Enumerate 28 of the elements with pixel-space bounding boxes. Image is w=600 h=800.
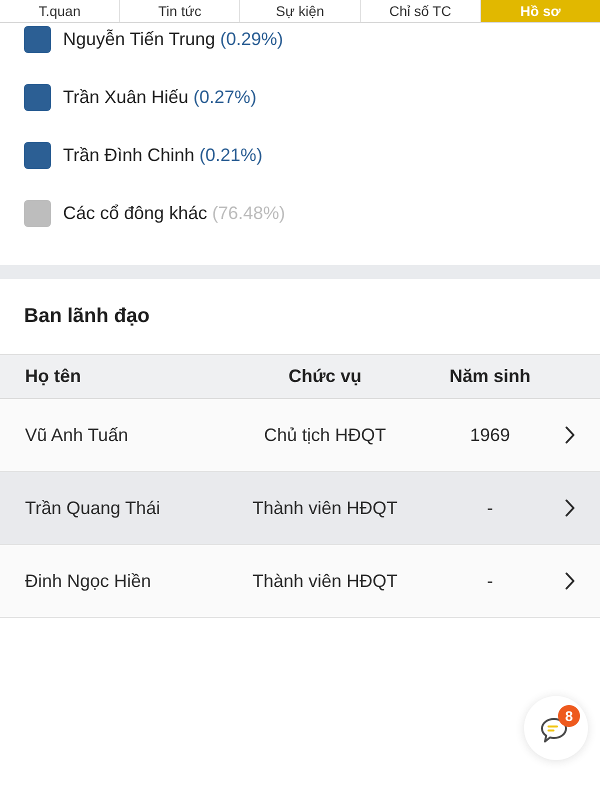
- ownership-percent: (76.48%): [212, 202, 286, 224]
- chevron-right-icon: [565, 572, 575, 590]
- column-header: Chức vụ: [288, 366, 362, 387]
- table-cell: 1969: [470, 424, 510, 446]
- shareholder-name: Trần Xuân Hiếu: [63, 86, 188, 108]
- table-cell: Đinh Ngọc Hiền: [25, 570, 152, 592]
- table-cell: Thành viên HĐQT: [252, 498, 398, 518]
- ownership-percent: (0.29%): [220, 28, 284, 50]
- unread-count-badge: 8: [558, 705, 580, 727]
- table-cell: Vũ Anh Tuấn: [25, 424, 128, 446]
- table-cell: -: [487, 570, 493, 592]
- table-cell: Thành viên HĐQT: [252, 570, 398, 592]
- table-cell: Chủ tịch HĐQT: [264, 424, 386, 446]
- shareholder-name: Trần Đình Chinh: [63, 144, 194, 166]
- ownership-percent: (0.27%): [193, 86, 256, 108]
- table-cell: -: [487, 498, 493, 518]
- chevron-right-icon: [565, 499, 575, 517]
- shareholder-name: Nguyễn Tiến Trung: [63, 28, 216, 50]
- ownership-percent: (0.21%): [199, 144, 262, 166]
- column-header: Năm sinh: [449, 366, 531, 387]
- shareholder-name: Các cổ đông khác: [63, 202, 208, 224]
- chevron-right-icon: [565, 426, 575, 444]
- table-cell: Trần Quang Thái: [25, 498, 160, 518]
- leader-row[interactable]: Vũ Anh Tuấn Chủ tịch HĐQT 1969: [0, 399, 600, 472]
- section-title: Ban lãnh đạo: [24, 305, 150, 328]
- leader-row[interactable]: Trần Quang Thái Thành viên HĐQT -: [0, 472, 600, 545]
- column-header: Họ tên: [25, 366, 81, 387]
- leader-row[interactable]: Đinh Ngọc Hiền Thành viên HĐQT -: [0, 545, 600, 618]
